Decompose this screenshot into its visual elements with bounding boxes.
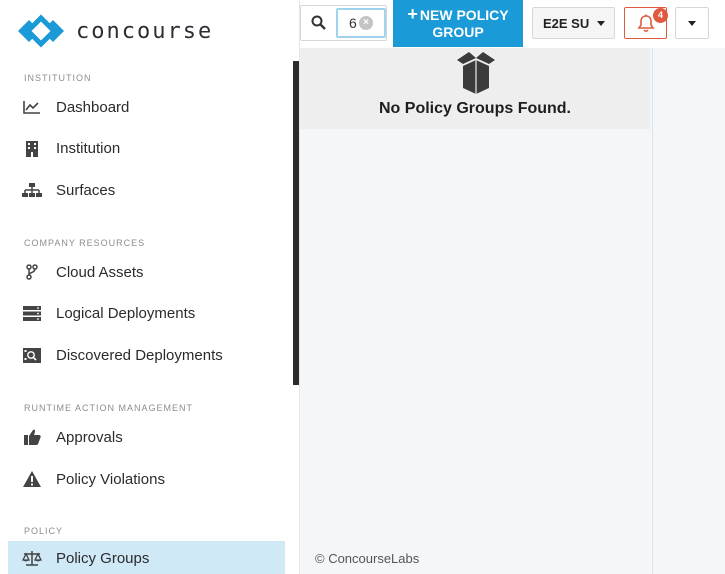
bell-icon	[637, 14, 654, 32]
sidebar-item-surfaces[interactable]: Surfaces	[8, 173, 285, 207]
search-icon[interactable]	[311, 15, 326, 35]
sidebar-item-label: Policy Violations	[56, 470, 165, 488]
chevron-down-icon	[597, 20, 606, 26]
sidebar-item-label: Discovered Deployments	[56, 346, 223, 364]
open-box-icon	[449, 50, 503, 99]
sitemap-icon	[8, 182, 56, 198]
empty-state-panel: No Policy Groups Found.	[300, 48, 650, 129]
sidebar-item-cloud-assets[interactable]: Cloud Assets	[8, 255, 285, 289]
building-icon	[8, 140, 56, 157]
new-policy-group-button[interactable]: + NEW POLICY GROUP	[393, 0, 523, 47]
sidebar-item-logical-deployments[interactable]: Logical Deployments	[8, 296, 285, 330]
sidebar-item-institution[interactable]: Institution	[8, 131, 285, 165]
footer-copyright: © ConcourseLabs	[315, 551, 420, 566]
top-bar: × +NEW POLICY GROUP E2E SU 4	[300, 0, 725, 48]
section-label-company-resources: COMPANY RESOURCES	[24, 238, 146, 248]
discovered-server-icon	[8, 347, 56, 363]
notification-count-badge: 4	[653, 8, 668, 23]
server-icon	[8, 305, 56, 321]
new-button-label-line2: GROUP	[432, 24, 484, 40]
sidebar-item-approvals[interactable]: Approvals	[8, 420, 285, 454]
sidebar-item-label: Cloud Assets	[56, 263, 144, 281]
section-label-policy: POLICY	[24, 526, 64, 536]
line-chart-icon	[8, 100, 56, 114]
section-label-institution: INSTITUTION	[24, 73, 92, 83]
organization-select-value: E2E SU	[543, 15, 590, 31]
sidebar: concourse INSTITUTION Dashboard Institut…	[0, 0, 300, 574]
sidebar-item-label: Approvals	[56, 428, 123, 446]
sidebar-item-label: Policy Groups	[56, 549, 150, 567]
new-button-label-line1: NEW POLICY	[419, 7, 509, 23]
search-box: ×	[300, 5, 387, 41]
code-fork-icon	[8, 264, 56, 280]
warning-icon	[8, 471, 56, 487]
sidebar-item-discovered-deployments[interactable]: Discovered Deployments	[8, 338, 285, 372]
sidebar-item-policy-groups[interactable]: Policy Groups	[8, 541, 285, 574]
organization-select[interactable]: E2E SU	[532, 7, 615, 39]
sidebar-item-label: Dashboard	[56, 98, 130, 116]
chevron-down-icon	[688, 20, 696, 26]
brand-logo[interactable]: concourse	[16, 12, 213, 50]
sidebar-item-label: Surfaces	[56, 181, 116, 199]
sidebar-scrollbar[interactable]	[293, 61, 299, 385]
brand-name: concourse	[76, 18, 214, 44]
balance-scale-icon	[8, 550, 56, 566]
concourse-logo-icon	[18, 14, 64, 48]
user-menu-button[interactable]	[675, 7, 709, 39]
sidebar-item-dashboard[interactable]: Dashboard	[8, 90, 285, 124]
right-panel	[652, 48, 725, 574]
sidebar-item-policy-violations[interactable]: Policy Violations	[8, 462, 285, 496]
plus-icon: +	[407, 4, 418, 24]
section-label-runtime-action-management: RUNTIME ACTION MANAGEMENT	[24, 403, 194, 413]
empty-state-message: No Policy Groups Found.	[379, 100, 571, 117]
main-content: No Policy Groups Found. © ConcourseLabs	[300, 48, 652, 574]
sidebar-item-label: Logical Deployments	[56, 304, 196, 322]
clear-search-icon[interactable]: ×	[359, 16, 373, 30]
sidebar-item-label: Institution	[56, 139, 121, 157]
thumbs-up-icon	[8, 429, 56, 445]
